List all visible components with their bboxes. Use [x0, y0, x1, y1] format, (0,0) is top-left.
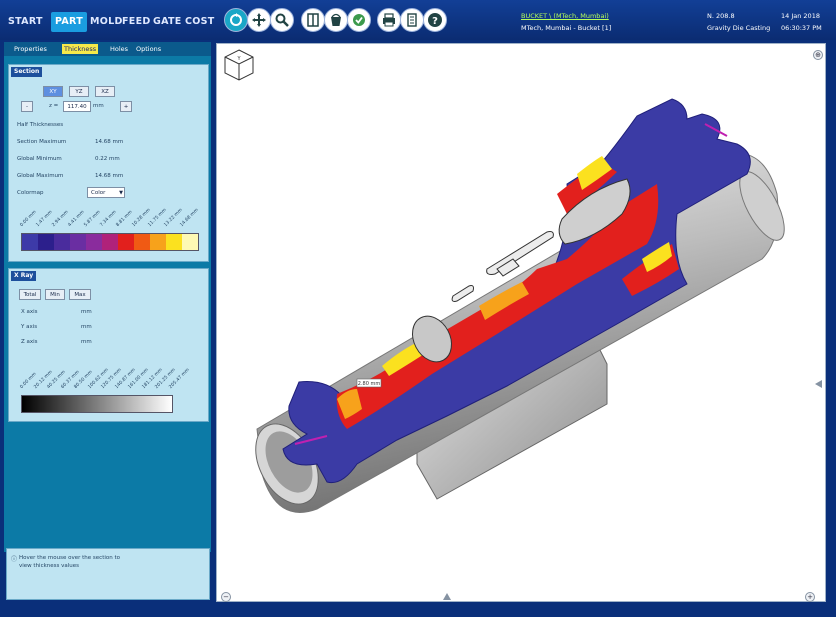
section-box: Section XY YZ XZ - z = 117.40 mm + Half …: [8, 64, 209, 262]
tab-mold[interactable]: MOLD: [90, 12, 123, 32]
z-axis-value: mm: [81, 339, 92, 345]
xray-min-button[interactable]: Min: [45, 289, 65, 300]
document-icon[interactable]: [400, 8, 424, 32]
bottom-handle-icon[interactable]: [443, 593, 451, 600]
time-value: 06:30:37 PM: [781, 24, 822, 32]
hint-text: Hover the mouse over the section to view…: [19, 555, 120, 569]
svg-text:?: ?: [432, 16, 438, 27]
tab-start[interactable]: START: [8, 12, 43, 32]
id-value: N. 208.8: [707, 12, 735, 20]
color-swatch: [118, 234, 134, 250]
project-link[interactable]: BUCKET \ (MTech, Mumbai): [521, 12, 609, 20]
color-swatch: [102, 234, 118, 250]
xray-max-button[interactable]: Max: [69, 289, 91, 300]
color-swatch: [38, 234, 54, 250]
tab-cost[interactable]: COST: [185, 12, 215, 32]
color-swatch: [70, 234, 86, 250]
subtab-holes[interactable]: Holes: [110, 44, 128, 54]
bucket-icon[interactable]: [324, 8, 348, 32]
section-icon[interactable]: [301, 8, 325, 32]
sub-tabs: Properties Thickness Holes Options: [4, 42, 211, 56]
left-panel: Properties Thickness Holes Options Secti…: [4, 42, 211, 552]
axis-xz-button[interactable]: XZ: [95, 86, 115, 97]
colormap-value: Color: [91, 190, 106, 196]
global-max-label: Global Maximum: [17, 173, 64, 179]
xray-gray-scale: [21, 395, 173, 413]
help-icon[interactable]: ?: [423, 8, 447, 32]
thickness-tooltip: 2.80 mm: [358, 381, 381, 387]
right-handle-icon[interactable]: [815, 380, 822, 388]
section-title: Section: [11, 67, 43, 77]
tab-gate[interactable]: GATE: [153, 12, 182, 32]
global-min-value: 0.22 mm: [95, 156, 120, 162]
color-swatch: [22, 234, 38, 250]
info-icon: ⓘ: [11, 556, 18, 563]
color-swatch: [150, 234, 166, 250]
process-value: Gravity Die Casting: [707, 24, 771, 32]
model-viewport[interactable]: Y 2.80 mm − + ⊕: [216, 43, 826, 602]
chevron-down-icon: ▼: [119, 190, 123, 196]
section-color-scale: [21, 233, 199, 251]
date-value: 14 Jan 2018: [781, 12, 820, 20]
rotate-icon[interactable]: [224, 8, 248, 32]
z-decrease-button[interactable]: -: [21, 101, 33, 112]
project-subtitle: MTech, Mumbai - Bucket [1]: [521, 24, 612, 32]
section-max-value: 14.68 mm: [95, 139, 124, 145]
tab-part[interactable]: PART: [51, 12, 88, 32]
color-swatch: [86, 234, 102, 250]
axis-xy-button[interactable]: XY: [43, 86, 63, 97]
check-icon[interactable]: [347, 8, 371, 32]
pan-icon[interactable]: [247, 8, 271, 32]
half-thickness-label: Half Thicknesses: [17, 122, 64, 128]
tab-feed[interactable]: FEED: [122, 12, 151, 32]
xray-title: X Ray: [11, 271, 37, 281]
global-min-label: Global Minimum: [17, 156, 62, 162]
top-bar: START PART MOLD FEED GATE COST ? BUCKET …: [0, 0, 836, 40]
subtab-properties[interactable]: Properties: [14, 44, 47, 54]
color-swatch: [166, 234, 182, 250]
z-value-input[interactable]: 117.40: [63, 101, 91, 112]
z-axis-label: Z axis: [21, 339, 38, 345]
x-axis-value: mm: [81, 309, 92, 315]
fit-icon[interactable]: ⊕: [813, 50, 823, 60]
zoom-icon[interactable]: [270, 8, 294, 32]
z-increase-button[interactable]: +: [120, 101, 132, 112]
axis-yz-button[interactable]: YZ: [69, 86, 89, 97]
section-max-label: Section Maximum: [17, 139, 67, 145]
part-model[interactable]: 2.80 mm: [217, 44, 825, 601]
color-swatch: [182, 234, 198, 250]
zoom-in-icon[interactable]: +: [805, 592, 815, 602]
z-label: z =: [49, 103, 59, 109]
z-unit: mm: [93, 103, 104, 109]
hint-box: ⓘ Hover the mouse over the section to vi…: [6, 548, 210, 600]
zoom-out-icon[interactable]: −: [221, 592, 231, 602]
color-swatch: [134, 234, 150, 250]
y-axis-label: Y axis: [21, 324, 38, 330]
x-axis-label: X axis: [21, 309, 38, 315]
y-axis-value: mm: [81, 324, 92, 330]
subtab-thickness[interactable]: Thickness: [62, 44, 99, 54]
print-icon[interactable]: [377, 8, 401, 32]
xray-total-button[interactable]: Total: [19, 289, 41, 300]
scale-tick-label: 0.00 mm: [19, 209, 38, 228]
color-swatch: [54, 234, 70, 250]
subtab-options[interactable]: Options: [136, 44, 161, 54]
colormap-label: Colormap: [17, 190, 44, 196]
colormap-select[interactable]: Color ▼: [87, 187, 125, 198]
global-max-value: 14.68 mm: [95, 173, 124, 179]
xray-box: X Ray Total Min Max X axis mm Y axis mm …: [8, 268, 209, 422]
